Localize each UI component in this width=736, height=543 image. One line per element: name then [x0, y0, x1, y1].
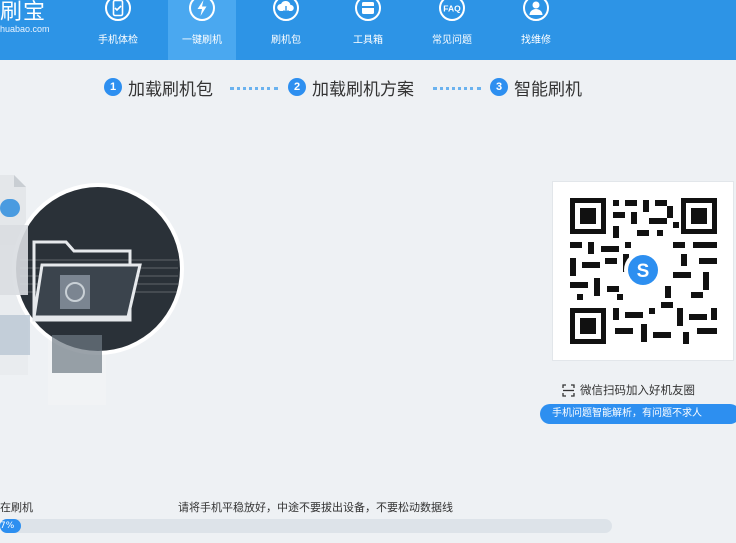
nav-item-faq[interactable]: FAQ 常见问题	[418, 0, 486, 60]
toolbox-icon	[355, 0, 381, 21]
svg-text:S: S	[637, 261, 650, 282]
lightning-icon	[189, 0, 215, 21]
nav-item-find-repair[interactable]: 找维修	[502, 0, 570, 60]
step-smart-flash: 3 智能刷机	[490, 75, 582, 100]
brand-logo: 刷宝 huabao.com	[0, 0, 80, 60]
nav-item-one-click-flash[interactable]: 一键刷机	[168, 0, 236, 60]
nav-item-toolbox[interactable]: 工具箱	[334, 0, 402, 60]
phone-check-icon	[105, 0, 131, 21]
qr-caption-text: 微信扫码加入好机友圈	[580, 383, 695, 397]
qr-caption: 微信扫码加入好机友圈	[562, 381, 695, 399]
nav-label: 找维修	[521, 35, 551, 46]
top-navigation-bar: 刷宝 huabao.com 手机体检 一键刷机 刷机包 工具箱 FAQ 常见问题…	[0, 0, 736, 60]
nav-label: 一键刷机	[182, 35, 222, 46]
flash-hint-text: 请将手机平稳放好，中途不要拔出设备，不要松动数据线	[178, 501, 453, 514]
flash-steps: 1 加载刷机包 2 加载刷机方案 3 智能刷机	[0, 75, 736, 100]
step-connector	[433, 87, 481, 94]
scan-icon	[562, 383, 575, 397]
faq-icon: FAQ	[439, 0, 465, 21]
brand-subtitle: huabao.com	[0, 24, 50, 34]
step-number: 2	[288, 78, 306, 96]
qr-promo-pill[interactable]: 手机问题智能解析，有问题不求人	[540, 404, 736, 424]
step-label: 加载刷机方案	[312, 79, 414, 100]
step-load-plan: 2 加载刷机方案	[288, 75, 414, 100]
flash-progress-bar: 7%	[0, 519, 612, 533]
qr-code-image: S	[570, 198, 717, 344]
svg-text:FAQ: FAQ	[443, 4, 461, 14]
nav-label: 常见问题	[432, 35, 472, 46]
step-number: 1	[104, 78, 122, 96]
nav-item-phone-check[interactable]: 手机体检	[84, 0, 152, 60]
nav-label: 刷机包	[271, 35, 301, 46]
progress-percent: 7%	[0, 521, 15, 531]
nav-item-flash-package[interactable]: 刷机包	[252, 0, 320, 60]
nav-label: 工具箱	[353, 35, 383, 46]
step-label: 智能刷机	[514, 79, 582, 100]
step-number: 3	[490, 78, 508, 96]
step-load-package: 1 加载刷机包	[104, 75, 213, 100]
repair-person-icon	[523, 0, 549, 21]
brand-title: 刷宝	[0, 0, 47, 25]
cloud-package-icon	[273, 0, 299, 21]
wechat-qr-code: S	[552, 181, 734, 361]
flashing-illustration	[0, 175, 184, 405]
flash-status-text: 在刷机	[0, 501, 33, 514]
step-label: 加载刷机包	[128, 79, 213, 100]
nav-label: 手机体检	[98, 35, 138, 46]
step-connector	[230, 87, 278, 94]
